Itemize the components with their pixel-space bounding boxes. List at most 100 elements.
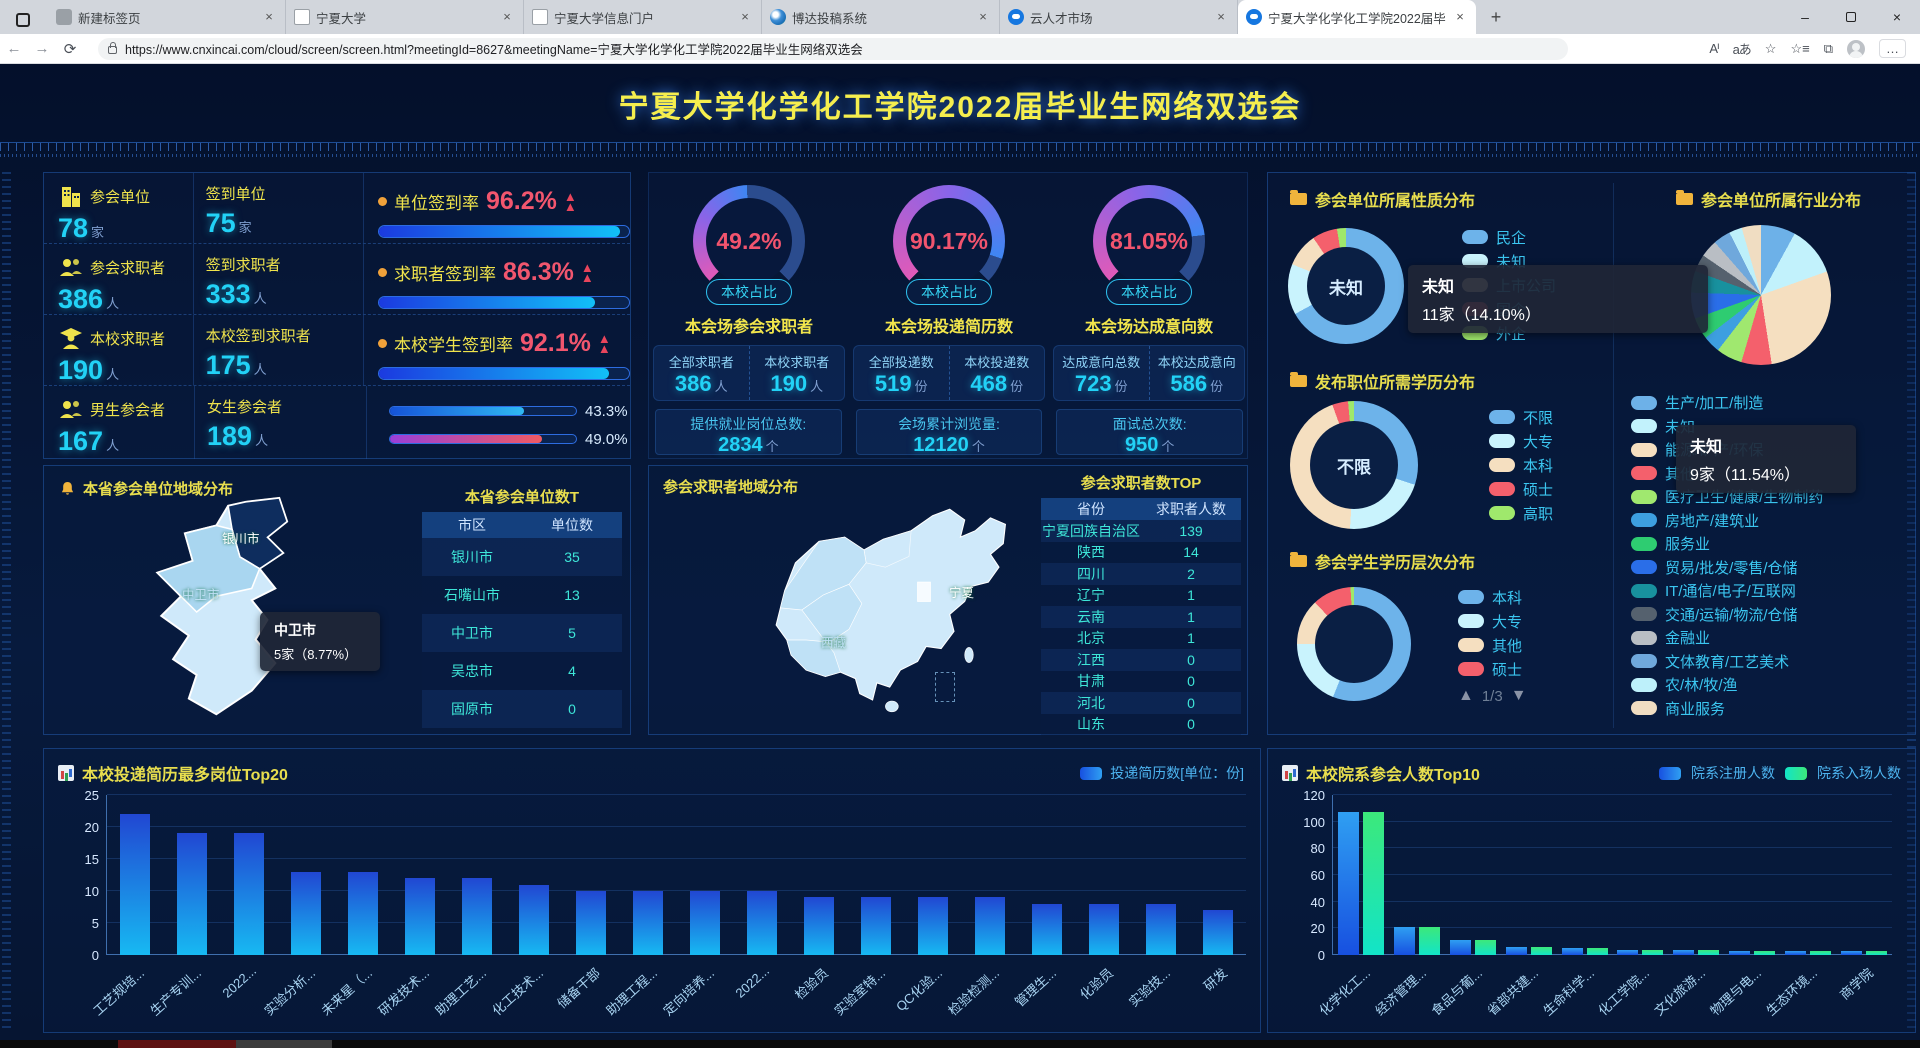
browser-tab[interactable]: 博达投稿系统× bbox=[762, 0, 1000, 34]
legend-item[interactable]: 其他 bbox=[1458, 633, 1522, 657]
unit-industry-pie[interactable] bbox=[1691, 225, 1831, 365]
translate-icon[interactable]: aあ bbox=[1733, 39, 1751, 58]
legend-item[interactable]: 大专 bbox=[1489, 429, 1553, 453]
bar-register[interactable] bbox=[1506, 947, 1527, 955]
bar-entry[interactable] bbox=[1866, 951, 1887, 955]
bar-register[interactable] bbox=[1785, 951, 1806, 955]
tab-close-icon[interactable]: × bbox=[499, 9, 515, 25]
close-button[interactable]: × bbox=[1874, 0, 1920, 34]
bar-entry[interactable] bbox=[1419, 927, 1440, 955]
legend-item[interactable]: 民企 bbox=[1462, 225, 1556, 249]
tab-close-icon[interactable]: × bbox=[737, 9, 753, 25]
pager-down-icon[interactable]: ▼ bbox=[1511, 687, 1527, 705]
url-text[interactable]: https://www.cnxincai.com/cloud/screen/sc… bbox=[125, 39, 863, 58]
settings-more-icon[interactable]: … bbox=[1879, 39, 1906, 58]
bar-entry[interactable] bbox=[1810, 951, 1831, 955]
student-degree-donut[interactable] bbox=[1297, 587, 1411, 701]
restore-button[interactable] bbox=[1828, 0, 1874, 34]
tab-close-icon[interactable]: × bbox=[1452, 9, 1468, 25]
collections-icon[interactable]: ⧉ bbox=[1824, 41, 1833, 57]
bar[interactable] bbox=[1089, 904, 1119, 955]
back-icon[interactable]: ← bbox=[0, 40, 28, 57]
bar[interactable] bbox=[291, 872, 321, 955]
legend-item[interactable]: 本科 bbox=[1458, 585, 1522, 609]
legend-item[interactable]: 硕士 bbox=[1489, 477, 1553, 501]
bar-register[interactable] bbox=[1562, 948, 1583, 955]
bar[interactable] bbox=[120, 814, 150, 955]
legend-item[interactable]: 农/林/牧/渔 bbox=[1631, 673, 1823, 697]
browser-tab[interactable]: 云人才市场× bbox=[1000, 0, 1238, 34]
read-aloud-icon[interactable]: Aᑊ bbox=[1709, 41, 1718, 57]
bar[interactable] bbox=[405, 878, 435, 955]
bar[interactable] bbox=[861, 897, 891, 955]
bar[interactable] bbox=[234, 833, 264, 955]
forward-icon[interactable]: → bbox=[28, 40, 56, 57]
bar[interactable] bbox=[804, 897, 834, 955]
top20-legend[interactable]: 投递简历数[单位：份] bbox=[1080, 763, 1244, 783]
legend-swatch-register[interactable] bbox=[1659, 767, 1681, 780]
bar[interactable] bbox=[1032, 904, 1062, 955]
bar-register[interactable] bbox=[1729, 951, 1750, 955]
favorite-add-icon[interactable]: ☆ bbox=[1765, 41, 1777, 57]
bar[interactable] bbox=[918, 897, 948, 955]
browser-tab[interactable]: 宁夏大学信息门户× bbox=[524, 0, 762, 34]
bar-entry[interactable] bbox=[1754, 951, 1775, 955]
bar-register[interactable] bbox=[1841, 951, 1862, 955]
bar[interactable] bbox=[1146, 904, 1176, 955]
bar-entry[interactable] bbox=[1698, 950, 1719, 955]
pager-up-icon[interactable]: ▲ bbox=[1458, 687, 1474, 705]
minimize-button[interactable]: – bbox=[1782, 0, 1828, 34]
tab-close-icon[interactable]: × bbox=[261, 9, 277, 25]
bar-register[interactable] bbox=[1394, 927, 1415, 955]
legend-item[interactable]: 金融业 bbox=[1631, 626, 1823, 650]
unit-nature-donut[interactable]: 未知 bbox=[1288, 228, 1404, 344]
bar-entry[interactable] bbox=[1587, 948, 1608, 955]
legend-label-register[interactable]: 院系注册人数 bbox=[1691, 763, 1775, 783]
china-map[interactable] bbox=[759, 492, 1059, 728]
profile-avatar[interactable] bbox=[1847, 40, 1865, 58]
bar-entry[interactable] bbox=[1363, 812, 1384, 955]
bar[interactable] bbox=[177, 833, 207, 955]
legend-item[interactable]: IT/通信/电子/互联网 bbox=[1631, 579, 1823, 603]
bar-register[interactable] bbox=[1338, 812, 1359, 955]
legend-item[interactable]: 文体教育/工艺美术 bbox=[1631, 650, 1823, 674]
tab-actions-icon[interactable] bbox=[6, 6, 40, 34]
browser-tab[interactable]: 新建标签页× bbox=[48, 0, 286, 34]
bar[interactable] bbox=[1203, 910, 1233, 955]
legend-item[interactable]: 硕士 bbox=[1458, 657, 1522, 681]
bar[interactable] bbox=[633, 891, 663, 955]
legend-label-entry[interactable]: 院系入场人数 bbox=[1817, 763, 1901, 783]
bar-register[interactable] bbox=[1450, 940, 1471, 955]
bar-entry[interactable] bbox=[1531, 947, 1552, 955]
bar[interactable] bbox=[576, 891, 606, 955]
legend-item[interactable]: 交通/运输/物流/仓储 bbox=[1631, 603, 1823, 627]
legend-item[interactable]: 服务业 bbox=[1631, 532, 1823, 556]
refresh-icon[interactable]: ⟳ bbox=[56, 40, 84, 58]
new-tab-button[interactable]: + bbox=[1482, 3, 1510, 31]
bar[interactable] bbox=[690, 891, 720, 955]
bar-register[interactable] bbox=[1617, 950, 1638, 955]
bar[interactable] bbox=[348, 872, 378, 955]
bar-register[interactable] bbox=[1673, 950, 1694, 955]
legend-item[interactable]: 不限 bbox=[1489, 405, 1553, 429]
bar[interactable] bbox=[747, 891, 777, 955]
legend-item[interactable]: 贸易/批发/零售/仓储 bbox=[1631, 556, 1823, 580]
bar[interactable] bbox=[519, 885, 549, 955]
legend-item[interactable]: 本科 bbox=[1489, 453, 1553, 477]
bar-entry[interactable] bbox=[1475, 940, 1496, 955]
legend-item[interactable]: 生产/加工/制造 bbox=[1631, 391, 1823, 415]
bar[interactable] bbox=[975, 897, 1005, 955]
browser-tab[interactable]: 宁夏大学化学化工学院2022届毕× bbox=[1238, 0, 1476, 34]
bar-entry[interactable] bbox=[1642, 950, 1663, 955]
url-bar[interactable]: https://www.cnxincai.com/cloud/screen/sc… bbox=[98, 38, 1568, 60]
browser-tab[interactable]: 宁夏大学× bbox=[286, 0, 524, 34]
legend-item[interactable]: 高职 bbox=[1489, 501, 1553, 525]
legend-swatch-entry[interactable] bbox=[1785, 767, 1807, 780]
legend-item[interactable]: 商业服务 bbox=[1631, 697, 1823, 721]
legend-item[interactable]: 大专 bbox=[1458, 609, 1522, 633]
legend-item[interactable]: 房地产/建筑业 bbox=[1631, 509, 1823, 533]
tab-close-icon[interactable]: × bbox=[1213, 9, 1229, 25]
tab-close-icon[interactable]: × bbox=[975, 9, 991, 25]
position-degree-donut[interactable]: 不限 bbox=[1290, 401, 1418, 529]
favorites-icon[interactable]: ☆≡ bbox=[1790, 41, 1809, 57]
